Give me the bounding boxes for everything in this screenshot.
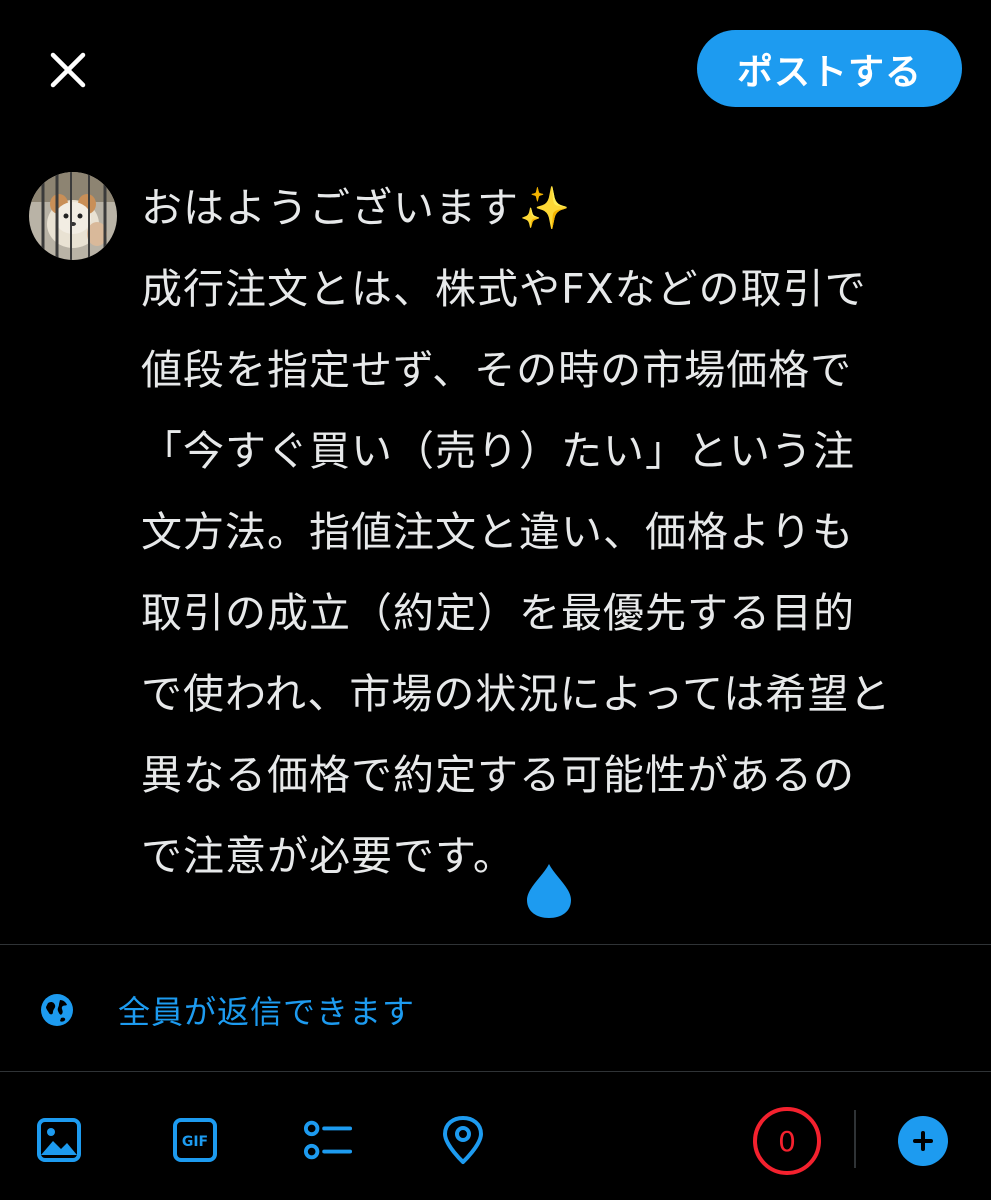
- svg-text:GIF: GIF: [182, 1134, 208, 1150]
- globe-icon: [41, 994, 73, 1026]
- reply-setting-button[interactable]: 全員が返信できます: [38, 985, 415, 1035]
- divider: [0, 944, 991, 945]
- compose-text-line: 成行注文とは、株式やFXなどの取引で: [141, 265, 867, 313]
- add-poll-button[interactable]: [303, 1115, 353, 1165]
- add-thread-button[interactable]: [898, 1116, 948, 1166]
- text-cursor-handle[interactable]: [525, 862, 573, 920]
- compose-screen: ポストする おはようございます✨ 成行注文とは、株式やFXなどの取引で 値段を指…: [0, 0, 991, 1200]
- avatar-image: [29, 172, 117, 260]
- character-counter: 0: [752, 1106, 822, 1176]
- compose-text-line: 値段を指定せず、その時の市場価格で: [141, 346, 853, 394]
- post-button[interactable]: ポストする: [697, 30, 962, 107]
- compose-text-line: 異なる価格で約定する可能性があるの: [141, 751, 855, 799]
- avatar[interactable]: [29, 172, 117, 260]
- compose-textarea[interactable]: おはようございます✨ 成行注文とは、株式やFXなどの取引で 値段を指定せず、その…: [141, 168, 971, 897]
- add-image-button[interactable]: [34, 1115, 84, 1165]
- compose-text-line: 取引の成立（約定）を最優先する目的: [141, 589, 855, 637]
- image-icon: [37, 1118, 81, 1162]
- divider: [0, 1071, 991, 1072]
- compose-text-line: 文方法。指値注文と違い、価格よりも: [141, 508, 855, 556]
- location-icon: [443, 1116, 483, 1164]
- compose-text-line: 「今すぐ買い（売り）たい」という注: [141, 427, 855, 475]
- compose-text-line: おはようございます✨: [141, 184, 572, 232]
- close-button[interactable]: [38, 40, 98, 100]
- add-gif-button[interactable]: GIF: [170, 1115, 220, 1165]
- add-location-button[interactable]: [438, 1115, 488, 1165]
- gif-icon: GIF: [173, 1118, 217, 1162]
- compose-text-line: で使われ、市場の状況によっては希望と: [141, 670, 892, 718]
- toolbar-separator: [854, 1110, 856, 1168]
- character-counter-value: 0: [778, 1124, 796, 1158]
- reply-setting-label: 全員が返信できます: [118, 993, 416, 1031]
- poll-icon: [303, 1120, 353, 1160]
- plus-icon: [913, 1131, 933, 1151]
- close-icon: [50, 52, 86, 88]
